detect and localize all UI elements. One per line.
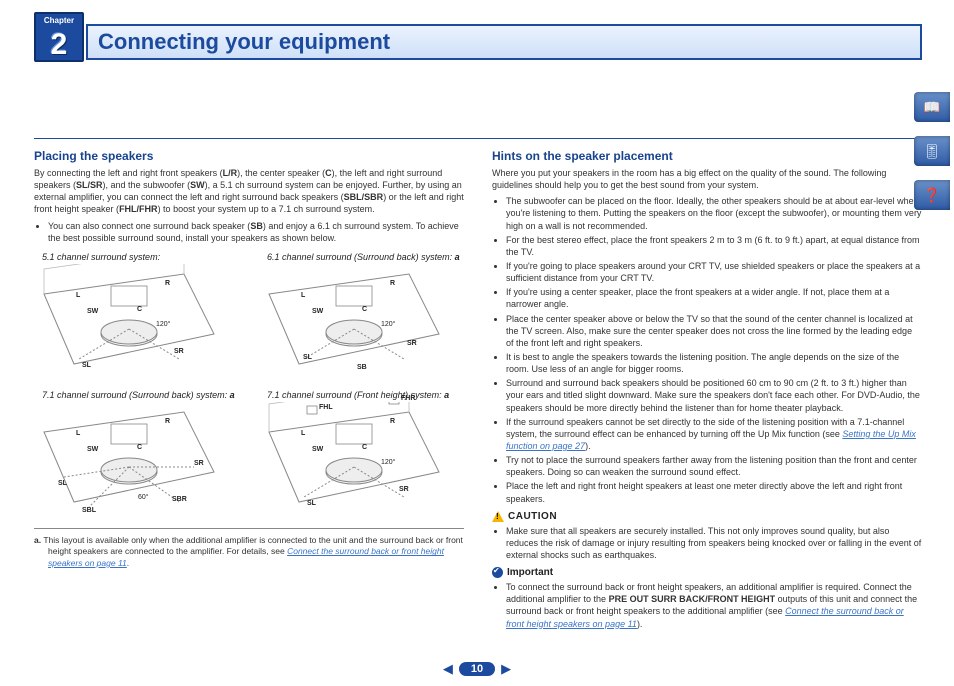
chapter-badge: Chapter 2 bbox=[34, 12, 84, 62]
label-SR: SR bbox=[174, 348, 184, 355]
next-page-arrow[interactable]: ▶ bbox=[501, 661, 511, 677]
label-FHR: FHR bbox=[401, 395, 415, 402]
tab-manual-icon[interactable]: 📖 bbox=[914, 92, 950, 122]
caution-bullet: Make sure that all speakers are securely… bbox=[506, 525, 922, 561]
list-item: Place the center speaker above or below … bbox=[506, 313, 922, 349]
right-column: Hints on the speaker placement Where you… bbox=[492, 149, 922, 634]
tab-help-icon[interactable]: ❓ bbox=[914, 180, 950, 210]
chapter-label: Chapter bbox=[36, 16, 82, 25]
label-60: 60° bbox=[138, 494, 149, 501]
important-header: Important bbox=[492, 567, 922, 578]
list-item: It is best to angle the speakers towards… bbox=[506, 351, 922, 375]
label-C: C bbox=[137, 306, 142, 313]
label-SL: SL bbox=[82, 362, 91, 369]
label-SBR: SBR bbox=[172, 496, 187, 503]
list-item: If the surround speakers cannot be set d… bbox=[506, 416, 922, 452]
title-bar: Connecting your equipment bbox=[86, 24, 922, 60]
label-SB: SB bbox=[357, 364, 367, 371]
label-L: L bbox=[76, 292, 80, 299]
list-item: For the best stereo effect, place the fr… bbox=[506, 234, 922, 258]
figure-5-1: 5.1 channel surround system: L R bbox=[34, 252, 239, 384]
label-R: R bbox=[165, 280, 170, 287]
page-footer: ◀ 10 ▶ bbox=[0, 661, 954, 677]
tab-receiver-icon[interactable]: 🎚 bbox=[914, 136, 950, 166]
check-icon bbox=[492, 567, 503, 578]
list-item: If you're using a center speaker, place … bbox=[506, 286, 922, 310]
heading-hints: Hints on the speaker placement bbox=[492, 149, 922, 163]
left-column: Placing the speakers By connecting the l… bbox=[34, 149, 464, 634]
list-item: Place the left and right front height sp… bbox=[506, 480, 922, 504]
figure-7-1-back: 7.1 channel surround (Surround back) sys… bbox=[34, 390, 239, 522]
list-item: Try not to place the surround speakers f… bbox=[506, 454, 922, 478]
prev-page-arrow[interactable]: ◀ bbox=[443, 661, 453, 677]
hints-intro: Where you put your speakers in the room … bbox=[492, 167, 922, 191]
placing-intro: By connecting the left and right front s… bbox=[34, 167, 464, 216]
label-SBL: SBL bbox=[82, 507, 96, 514]
hints-list: The subwoofer can be placed on the floor… bbox=[492, 195, 922, 504]
label-120: 120° bbox=[156, 321, 170, 328]
label-SW: SW bbox=[87, 308, 98, 315]
list-item: Surround and surround back speakers shou… bbox=[506, 377, 922, 413]
heading-placing-speakers: Placing the speakers bbox=[34, 149, 464, 163]
list-item: The subwoofer can be placed on the floor… bbox=[506, 195, 922, 231]
chapter-number: 2 bbox=[36, 28, 82, 62]
label-FHL: FHL bbox=[319, 404, 333, 411]
list-item: If you're going to place speakers around… bbox=[506, 260, 922, 284]
page-title: Connecting your equipment bbox=[98, 29, 390, 55]
caution-header: CAUTION bbox=[492, 511, 922, 522]
footnote-a: a. This layout is available only when th… bbox=[34, 535, 464, 569]
divider bbox=[34, 138, 922, 139]
warning-icon bbox=[492, 511, 504, 522]
figure-6-1: 6.1 channel surround (Surround back) sys… bbox=[259, 252, 464, 384]
placing-bullet: You can also connect one surround back s… bbox=[48, 220, 464, 244]
figure-7-1-height: 7.1 channel surround (Front height) syst… bbox=[259, 390, 464, 522]
important-bullet: To connect the surround back or front he… bbox=[506, 581, 922, 630]
